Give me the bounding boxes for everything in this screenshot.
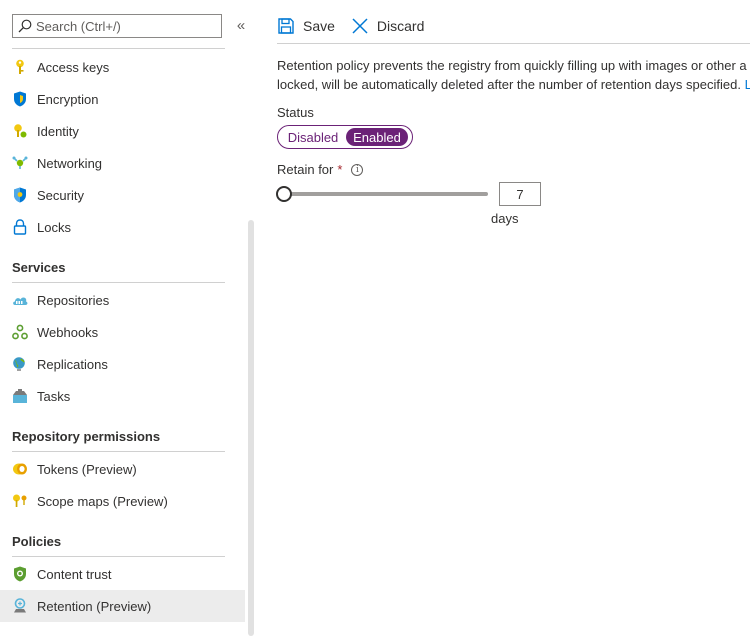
sidebar-item-label: Replications: [37, 356, 108, 372]
save-label: Save: [303, 18, 335, 34]
sidebar-item-tasks[interactable]: Tasks: [0, 380, 245, 412]
sidebar-item-label: Content trust: [37, 566, 112, 582]
scope-map-icon: [12, 493, 28, 509]
section-header-services: Services: [12, 260, 66, 275]
status-label: Status: [277, 105, 314, 120]
tasks-icon: [12, 388, 28, 404]
status-option-disabled[interactable]: Disabled: [280, 128, 346, 146]
sidebar-item-replications[interactable]: Replications: [0, 348, 245, 380]
sidebar-item-label: Locks: [37, 219, 71, 235]
description-text: locked, will be automatically deleted af…: [277, 77, 741, 92]
status-option-enabled[interactable]: Enabled: [346, 128, 408, 146]
sidebar-item-webhooks[interactable]: Webhooks: [0, 316, 245, 348]
shield-icon: [12, 91, 28, 107]
sidebar-item-tokens[interactable]: Tokens (Preview): [0, 453, 245, 485]
section-header-policies: Policies: [12, 534, 62, 549]
security-icon: [12, 187, 28, 203]
save-icon: [277, 17, 295, 35]
sidebar-item-label: Tokens (Preview): [37, 461, 137, 477]
sidebar-item-scope-maps[interactable]: Scope maps (Preview): [0, 485, 245, 517]
sidebar-scrollbar[interactable]: [248, 220, 254, 636]
sidebar-item-encryption[interactable]: Encryption: [0, 83, 245, 115]
retain-for-label: Retain for * i: [277, 162, 364, 177]
status-toggle[interactable]: Disabled Enabled: [277, 125, 413, 149]
divider: [277, 43, 750, 44]
description-line: Retention policy prevents the registry f…: [277, 58, 747, 73]
sidebar-item-label: Tasks: [37, 388, 71, 404]
sidebar-item-access-keys[interactable]: Access keys: [0, 51, 245, 83]
retain-for-text: Retain for: [277, 162, 334, 177]
sidebar-item-label: Security: [37, 187, 84, 203]
main-pane: Save Discard Retention policy prevents t…: [262, 0, 750, 636]
sidebar-item-locks[interactable]: Locks: [0, 211, 245, 243]
retention-description: Retention policy prevents the registry f…: [277, 56, 750, 94]
sidebar-item-label: Webhooks: [37, 324, 99, 340]
sidebar-item-security[interactable]: Security: [0, 179, 245, 211]
sidebar-item-label: Scope maps (Preview): [37, 493, 168, 509]
lock-icon: [12, 219, 28, 235]
days-unit-label: days: [491, 211, 519, 226]
divider: [12, 282, 225, 283]
slider-track[interactable]: [284, 192, 488, 196]
discard-label: Discard: [376, 18, 425, 34]
sidebar-item-label: Retention (Preview): [37, 598, 152, 614]
required-marker: *: [337, 162, 343, 177]
token-icon: [12, 461, 28, 477]
sidebar-item-label: Networking: [37, 155, 103, 171]
search-icon: [18, 19, 32, 33]
divider: [12, 48, 225, 49]
sidebar-item-repositories[interactable]: Repositories: [0, 284, 245, 316]
sidebar: « Access keys Encryption Identity Networ…: [0, 0, 254, 636]
section-header-repository-permissions: Repository permissions: [12, 429, 161, 444]
divider: [12, 451, 225, 452]
sidebar-item-retention[interactable]: Retention (Preview): [0, 590, 245, 622]
learn-more-link[interactable]: L: [745, 77, 750, 92]
globe-icon: [12, 356, 28, 372]
sidebar-item-label: Encryption: [37, 91, 99, 107]
close-icon: [351, 17, 369, 35]
discard-button[interactable]: Discard: [351, 17, 424, 35]
retention-days-input[interactable]: [499, 182, 541, 206]
description-line: locked, will be automatically deleted af…: [277, 75, 750, 94]
collapse-sidebar-button[interactable]: «: [233, 17, 249, 34]
slider-thumb[interactable]: [276, 186, 292, 202]
divider: [12, 556, 225, 557]
retention-days-slider[interactable]: [276, 184, 488, 204]
info-icon[interactable]: i: [351, 163, 364, 176]
networking-icon: [12, 155, 28, 171]
identity-icon: [12, 123, 28, 139]
search-input[interactable]: [36, 18, 206, 34]
key-icon: [12, 59, 28, 75]
save-button[interactable]: Save: [277, 17, 335, 35]
content-trust-icon: [12, 566, 28, 582]
sidebar-item-label: Repositories: [37, 292, 110, 308]
repositories-icon: [12, 292, 28, 308]
sidebar-item-networking[interactable]: Networking: [0, 147, 245, 179]
webhooks-icon: [12, 324, 28, 340]
search-box[interactable]: [12, 14, 222, 38]
command-bar: Save Discard: [277, 10, 440, 42]
sidebar-item-content-trust[interactable]: Content trust: [0, 558, 245, 590]
sidebar-item-label: Identity: [37, 123, 79, 139]
retention-icon: [12, 598, 28, 614]
sidebar-item-label: Access keys: [37, 59, 110, 75]
sidebar-item-identity[interactable]: Identity: [0, 115, 245, 147]
